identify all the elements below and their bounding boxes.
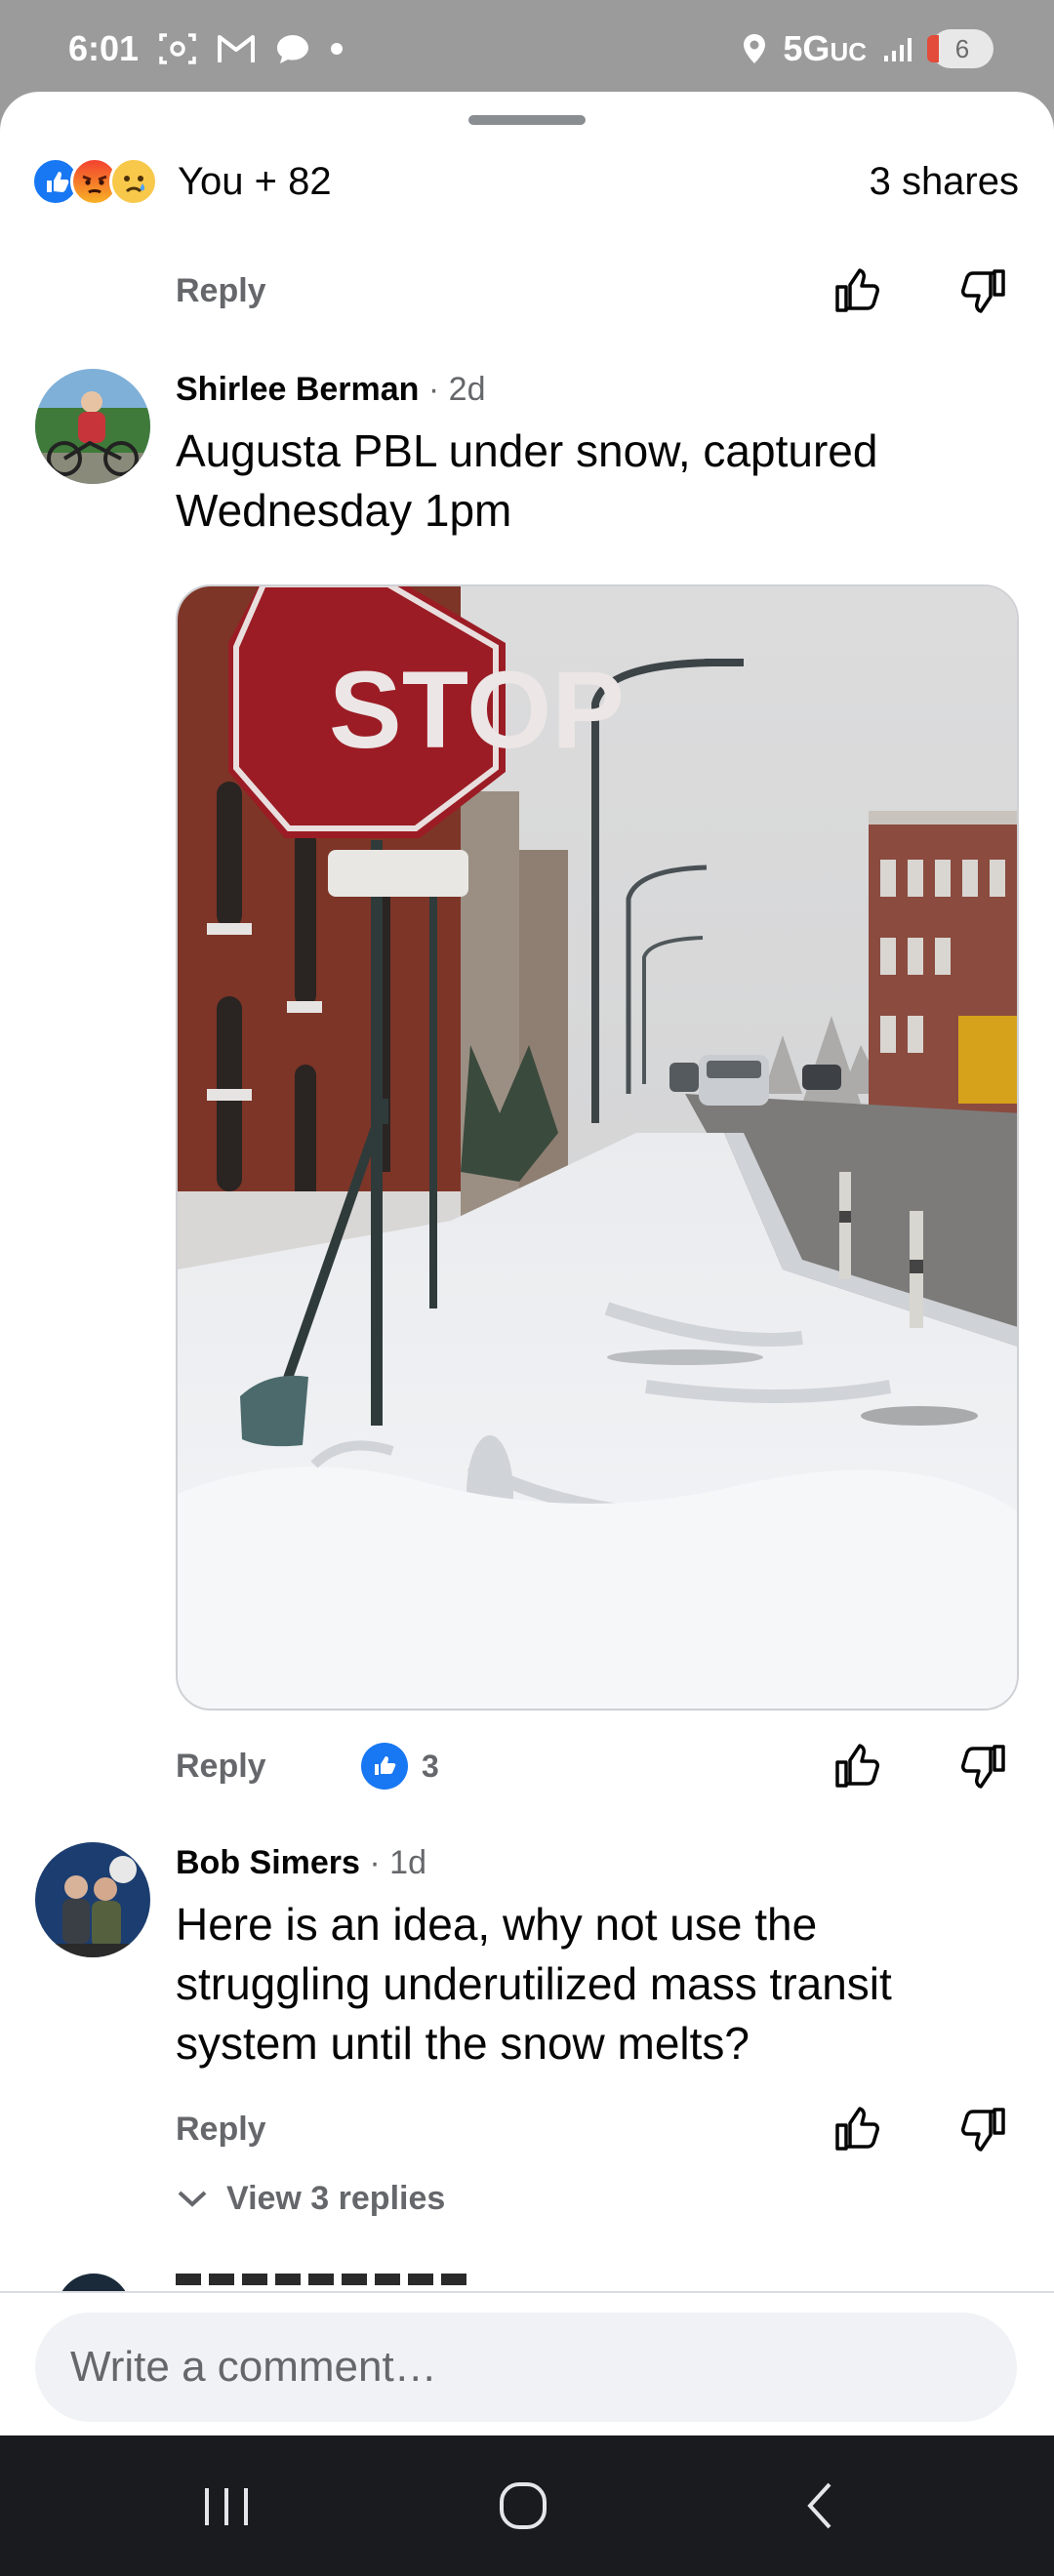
chat-bubble-icon xyxy=(275,32,310,65)
view-replies-button[interactable]: View 3 replies xyxy=(176,2180,445,2218)
chevron-down-icon xyxy=(176,2180,209,2218)
view-replies-label: View 3 replies xyxy=(226,2180,446,2217)
reply-button[interactable]: Reply xyxy=(176,1748,266,1786)
battery-level: 6 xyxy=(954,33,970,63)
reaction-summary[interactable]: You + 82 xyxy=(31,157,332,206)
author-name[interactable]: Bob Simers xyxy=(176,1844,360,1881)
network-suffix: UC xyxy=(830,37,867,66)
reply-button[interactable]: Reply xyxy=(176,272,266,310)
comments-sheet: You + 82 3 shares . . . Reply xyxy=(0,92,1054,2435)
comment-author-line: Shirlee Berman · 2d xyxy=(176,371,486,409)
stop-sign-text: STOP xyxy=(329,649,625,771)
signal-icon xyxy=(882,34,915,63)
comment-time: · 1d xyxy=(359,1844,426,1881)
next-comment-clipped xyxy=(0,2274,1054,2293)
dot-icon xyxy=(330,42,344,56)
comment-composer xyxy=(0,2291,1054,2435)
comment-time: · 2d xyxy=(419,371,486,408)
battery-icon: 6 xyxy=(927,29,993,68)
network-type: 5G xyxy=(783,28,831,68)
avatar xyxy=(57,2274,131,2293)
comment-actions: Reply xyxy=(176,260,1025,322)
reaction-count-value: 3 xyxy=(422,1748,439,1784)
status-time: 6:01 xyxy=(68,28,140,68)
network-indicator: 5GUC xyxy=(783,28,867,69)
back-icon[interactable] xyxy=(771,2465,869,2547)
sheet-grabber[interactable] xyxy=(468,115,586,125)
author-name-clipped xyxy=(176,2274,468,2285)
author-name[interactable]: Shirlee Berman xyxy=(176,371,419,408)
comment-input[interactable] xyxy=(35,2313,1017,2422)
home-icon[interactable] xyxy=(474,2465,572,2547)
snowy-bike-lane-stop-sign-photo[interactable]: STOP xyxy=(176,584,1019,1711)
comment-text: Augusta PBL under snow, captured Wednesd… xyxy=(176,425,878,536)
thumbs-up-icon[interactable] xyxy=(828,1737,886,1795)
gmail-icon xyxy=(217,33,256,64)
thumbs-up-icon[interactable] xyxy=(828,2100,886,2158)
reactions-header: You + 82 3 shares xyxy=(0,141,1054,222)
screenshot-icon xyxy=(158,31,197,66)
reaction-count[interactable]: 3 xyxy=(361,1743,439,1790)
thumbs-down-icon[interactable] xyxy=(954,1737,1013,1795)
reaction-summary-text: You + 82 xyxy=(178,159,332,203)
status-bar: 6:01 5GUC 6 xyxy=(0,0,1054,98)
location-icon xyxy=(742,32,767,65)
recent-apps-icon[interactable] xyxy=(178,2465,275,2547)
comment-text: Here is an idea, why not use the struggl… xyxy=(176,1899,892,2069)
avatar[interactable] xyxy=(35,369,150,484)
system-nav-bar xyxy=(0,2435,1054,2576)
shares-count[interactable]: 3 shares xyxy=(870,160,1019,204)
reply-button[interactable]: Reply xyxy=(176,2111,266,2149)
thumbs-up-icon[interactable] xyxy=(828,262,886,320)
thumbs-down-icon[interactable] xyxy=(954,2100,1013,2158)
like-reaction-icon xyxy=(361,1743,408,1790)
comment-author-line: Bob Simers · 1d xyxy=(176,1844,426,1882)
thumbs-down-icon[interactable] xyxy=(954,262,1013,320)
comment-actions: Reply xyxy=(176,2098,1025,2160)
sad-reaction-icon xyxy=(109,157,158,206)
avatar[interactable] xyxy=(35,1842,150,1957)
comment-actions: Reply 3 xyxy=(176,1735,1025,1797)
